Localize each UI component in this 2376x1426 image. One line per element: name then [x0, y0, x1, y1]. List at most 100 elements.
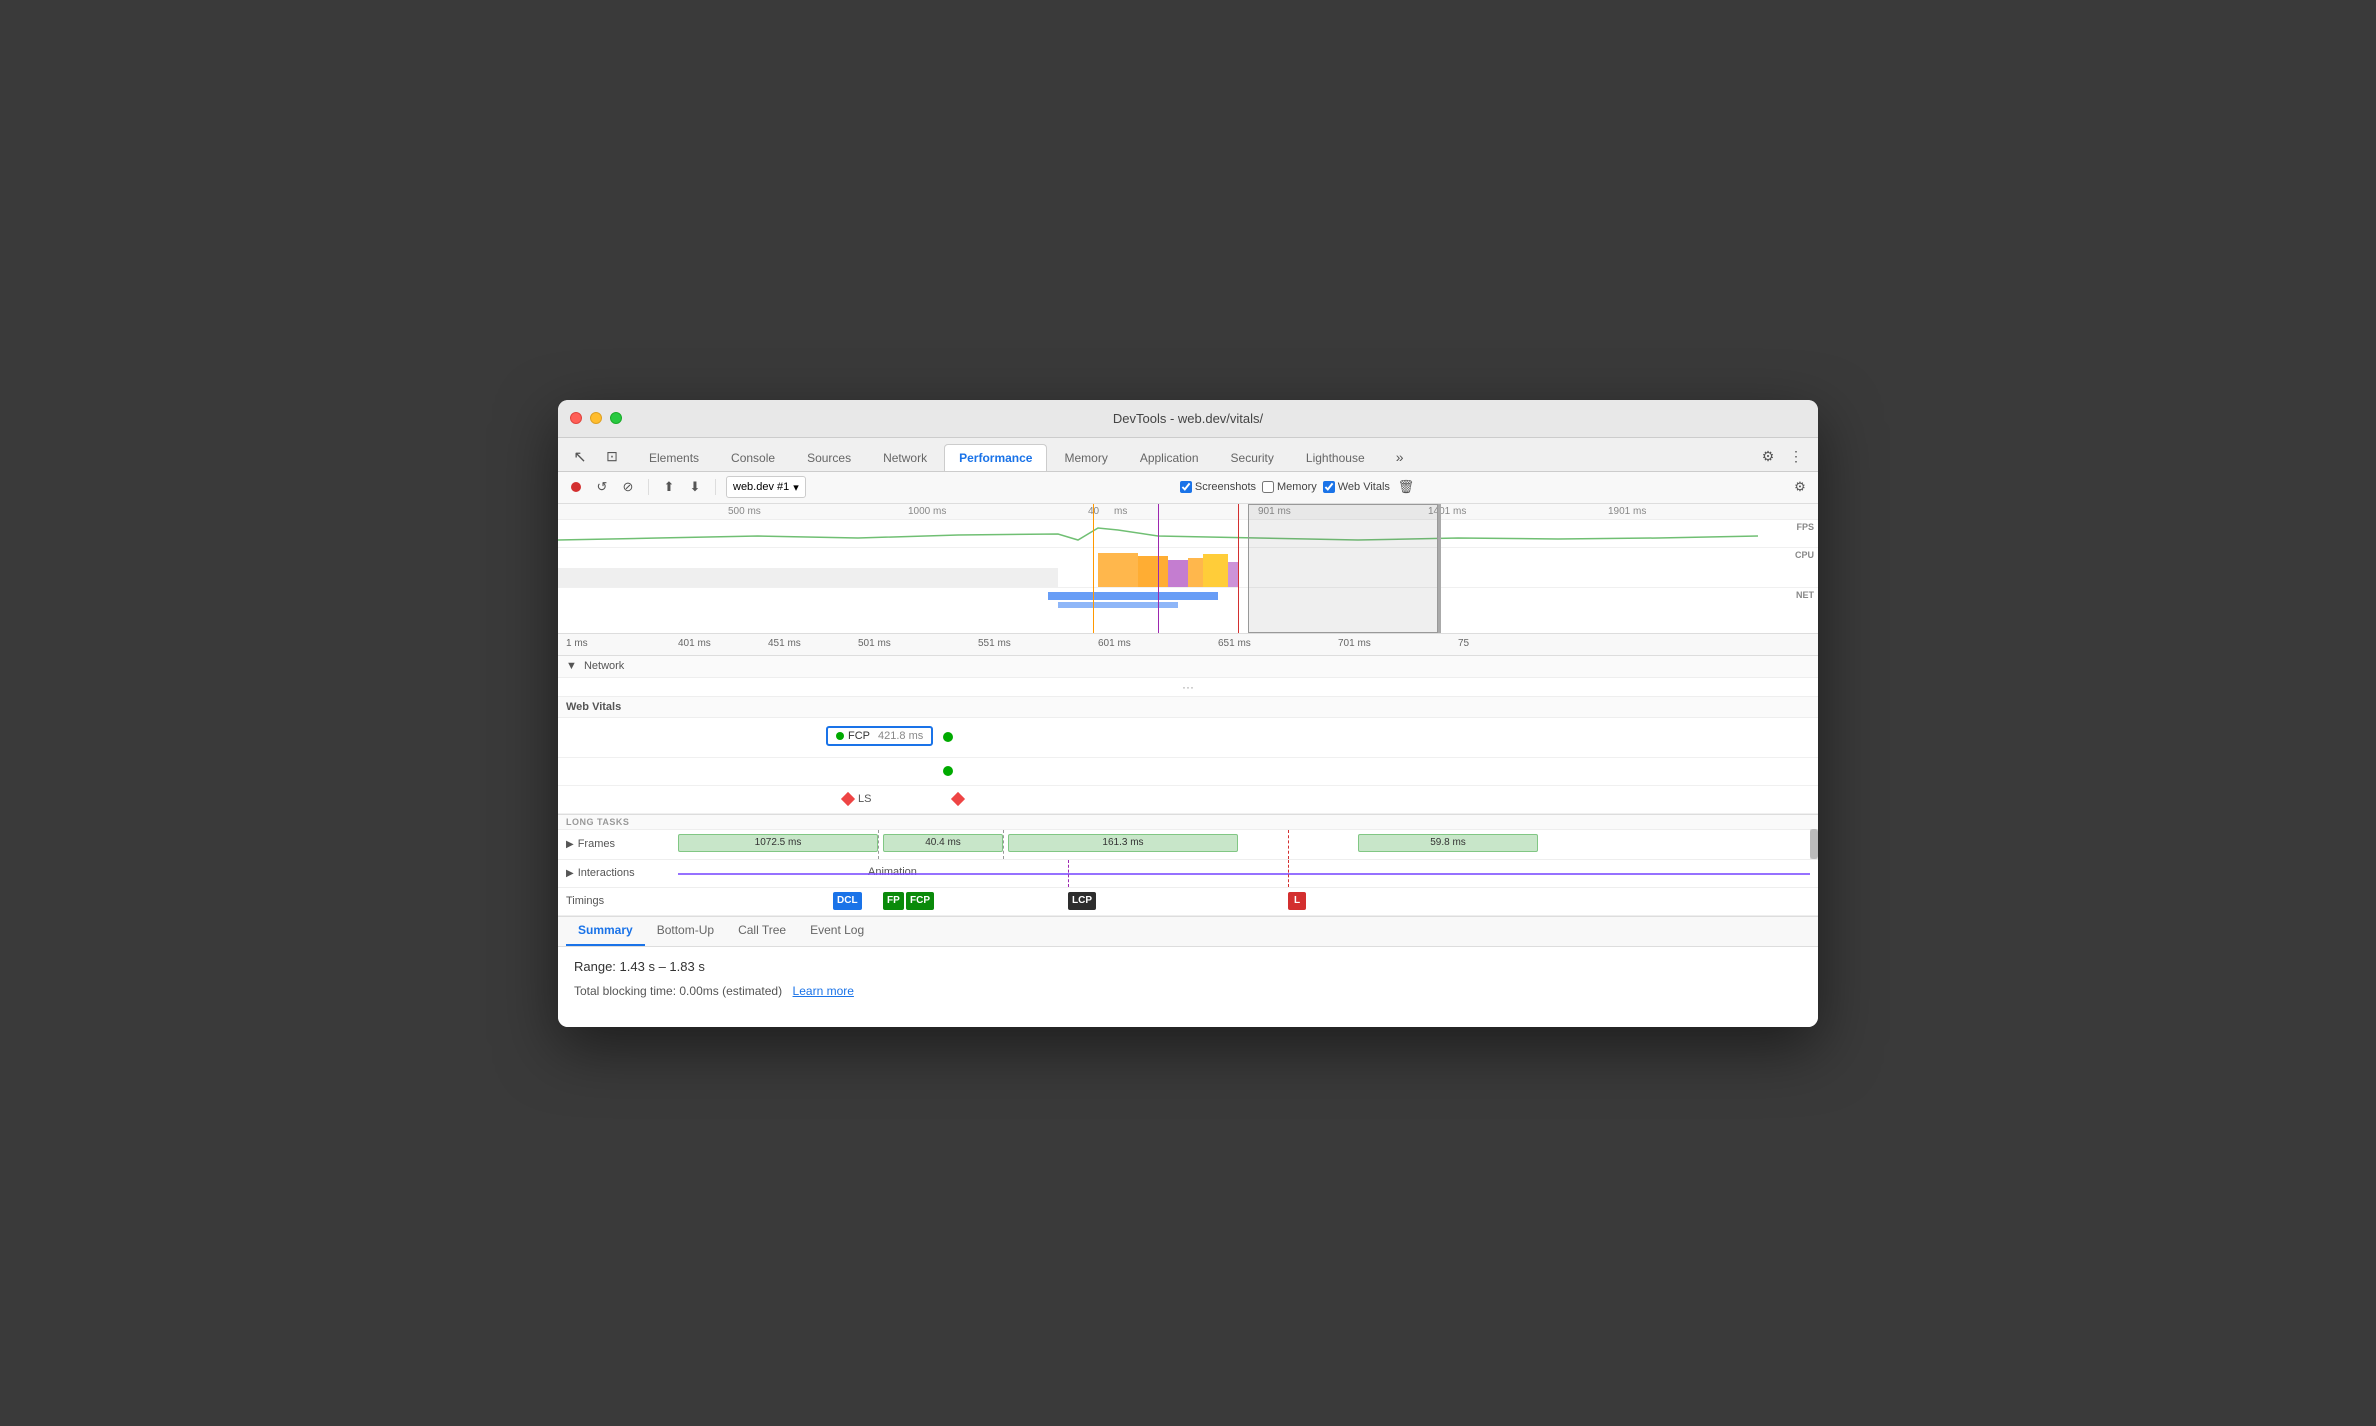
- net-label: NET: [1796, 590, 1814, 600]
- ruler-tick-1000ms: 1000 ms: [908, 506, 946, 517]
- range-value: 1.43 s – 1.83 s: [620, 959, 705, 974]
- frames-expand-icon[interactable]: ▶: [566, 839, 574, 850]
- range-display: Range: 1.43 s – 1.83 s: [574, 959, 1802, 974]
- fcp-dot-2: [943, 732, 953, 742]
- settings-capture-button[interactable]: ⚙: [1790, 477, 1810, 497]
- tab-console[interactable]: Console: [716, 444, 790, 471]
- more-options-icon[interactable]: ⋮: [1782, 443, 1810, 471]
- tab-network[interactable]: Network: [868, 444, 942, 471]
- tab-lighthouse[interactable]: Lighthouse: [1291, 444, 1380, 471]
- web-vitals-checkbox[interactable]: [1323, 481, 1335, 493]
- tab-performance[interactable]: Performance: [944, 444, 1047, 471]
- fcp-dot-icon: [836, 732, 844, 740]
- tab-call-tree[interactable]: Call Tree: [726, 916, 798, 946]
- fps-label: FPS: [1796, 522, 1814, 532]
- close-button[interactable]: [570, 412, 582, 424]
- range-label: Range:: [574, 959, 616, 974]
- scrollbar-thumb[interactable]: [1810, 829, 1818, 859]
- detail-tick-401ms: 401 ms: [678, 638, 711, 649]
- dcl-badge[interactable]: DCL: [833, 892, 862, 910]
- tab-security[interactable]: Security: [1216, 444, 1289, 471]
- long-tasks-header: LONG TASKS: [558, 815, 1818, 830]
- blocking-time-row: Total blocking time: 0.00ms (estimated) …: [574, 982, 1802, 1000]
- fcp-value: 421.8 ms: [878, 730, 923, 742]
- more-tabs-button[interactable]: »: [1386, 443, 1414, 471]
- frames-label: ▶ Frames: [558, 838, 678, 850]
- upload-button[interactable]: ⬆: [659, 477, 679, 497]
- detail-tick-551ms: 551 ms: [978, 638, 1011, 649]
- lcp-row: [558, 758, 1818, 786]
- separator-2: [715, 479, 716, 495]
- source-select[interactable]: web.dev #1 ▾: [726, 476, 806, 498]
- fcp-tooltip[interactable]: FCP 421.8 ms: [826, 726, 933, 746]
- source-value: web.dev #1: [733, 481, 789, 493]
- network-collapse-icon[interactable]: ▼: [566, 660, 577, 672]
- devtools-window: DevTools - web.dev/vitals/ ↖ ⊡ Elements …: [558, 400, 1818, 1027]
- detail-tick-701ms: 701 ms: [1338, 638, 1371, 649]
- learn-more-link[interactable]: Learn more: [793, 984, 854, 998]
- delete-recording-button[interactable]: 🗑: [1396, 477, 1416, 497]
- detail-tick-651ms: 651 ms: [1218, 638, 1251, 649]
- web-vitals-checkbox-group: Web Vitals: [1323, 481, 1390, 493]
- maximize-button[interactable]: [610, 412, 622, 424]
- download-button[interactable]: ⬇: [685, 477, 705, 497]
- network-label: ▼ Network: [558, 660, 638, 672]
- tab-event-log[interactable]: Event Log: [798, 916, 876, 946]
- scrollbar-track: [1810, 829, 1818, 859]
- reload-record-button[interactable]: ↺: [592, 477, 612, 497]
- cursor-icon[interactable]: ↖: [566, 443, 594, 471]
- ls-row: LS: [558, 786, 1818, 814]
- summary-panel: Range: 1.43 s – 1.83 s Total blocking ti…: [558, 947, 1818, 1027]
- interaction-red-dashed: [1288, 860, 1289, 887]
- minimize-button[interactable]: [590, 412, 602, 424]
- performance-tracks: ▶ Frames 1072.5 ms 40.4 ms 161.3 ms 59.8…: [558, 830, 1818, 917]
- fcp-badge[interactable]: FCP: [906, 892, 934, 910]
- overview-line-1: [1093, 504, 1094, 633]
- l-badge[interactable]: L: [1288, 892, 1306, 910]
- devtools-toolbar: ↺ ⊘ ⬆ ⬇ web.dev #1 ▾ Screenshots Memory …: [558, 472, 1818, 504]
- clear-button[interactable]: ⊘: [618, 477, 638, 497]
- frame-bar-3: 161.3 ms: [1008, 834, 1238, 852]
- tab-memory[interactable]: Memory: [1049, 444, 1122, 471]
- expand-dots[interactable]: ···: [558, 678, 1818, 697]
- ls-label: LS: [858, 793, 871, 805]
- window-title: DevTools - web.dev/vitals/: [1113, 411, 1263, 426]
- tab-elements[interactable]: Elements: [634, 444, 714, 471]
- timings-track-row: Timings DCL FP FCP LCP L: [558, 888, 1818, 916]
- ruler-tick-500ms: 500 ms: [728, 506, 761, 517]
- frame-divider-red: [1288, 830, 1289, 859]
- timings-label: Timings: [558, 895, 678, 907]
- record-button[interactable]: [566, 477, 586, 497]
- overview-timeline[interactable]: 500 ms 1000 ms 40 ms 901 ms 1401 ms 1901…: [558, 504, 1818, 634]
- screenshots-checkbox[interactable]: [1180, 481, 1192, 493]
- tab-sources[interactable]: Sources: [792, 444, 866, 471]
- screenshots-label: Screenshots: [1195, 481, 1256, 493]
- frame-divider-1: [878, 830, 879, 859]
- main-tabs: ↖ ⊡ Elements Console Sources Network Per…: [558, 438, 1818, 472]
- net-bar-1: [1048, 592, 1218, 600]
- frame-bar-4: 59.8 ms: [1358, 834, 1538, 852]
- selection-box: [1248, 504, 1438, 633]
- detail-tick-451ms: 451 ms: [768, 638, 801, 649]
- fp-badge[interactable]: FP: [883, 892, 904, 910]
- title-bar: DevTools - web.dev/vitals/: [558, 400, 1818, 438]
- device-icon[interactable]: ⊡: [598, 443, 626, 471]
- tab-bottom-up[interactable]: Bottom-Up: [645, 916, 726, 946]
- detail-tick-75: 75: [1458, 638, 1469, 649]
- trash-icon: 🗑: [1398, 479, 1415, 495]
- frame-bar-2: 40.4 ms: [883, 834, 1003, 852]
- interactions-expand-icon[interactable]: ▶: [566, 868, 574, 879]
- settings-icon[interactable]: ⚙: [1754, 443, 1782, 471]
- frames-track-content: 1072.5 ms 40.4 ms 161.3 ms 59.8 ms: [678, 830, 1810, 859]
- lcp-badge[interactable]: LCP: [1068, 892, 1096, 910]
- tab-application[interactable]: Application: [1125, 444, 1214, 471]
- separator-1: [648, 479, 649, 495]
- overview-line-3: [1238, 504, 1239, 633]
- selection-right-handle[interactable]: [1438, 504, 1441, 633]
- ls-diamond-2: [951, 792, 965, 806]
- screenshots-checkbox-group: Screenshots: [1180, 481, 1256, 493]
- frame-divider-2: [1003, 830, 1004, 859]
- overview-line-2: [1158, 504, 1159, 633]
- memory-checkbox[interactable]: [1262, 481, 1274, 493]
- tab-summary[interactable]: Summary: [566, 916, 645, 946]
